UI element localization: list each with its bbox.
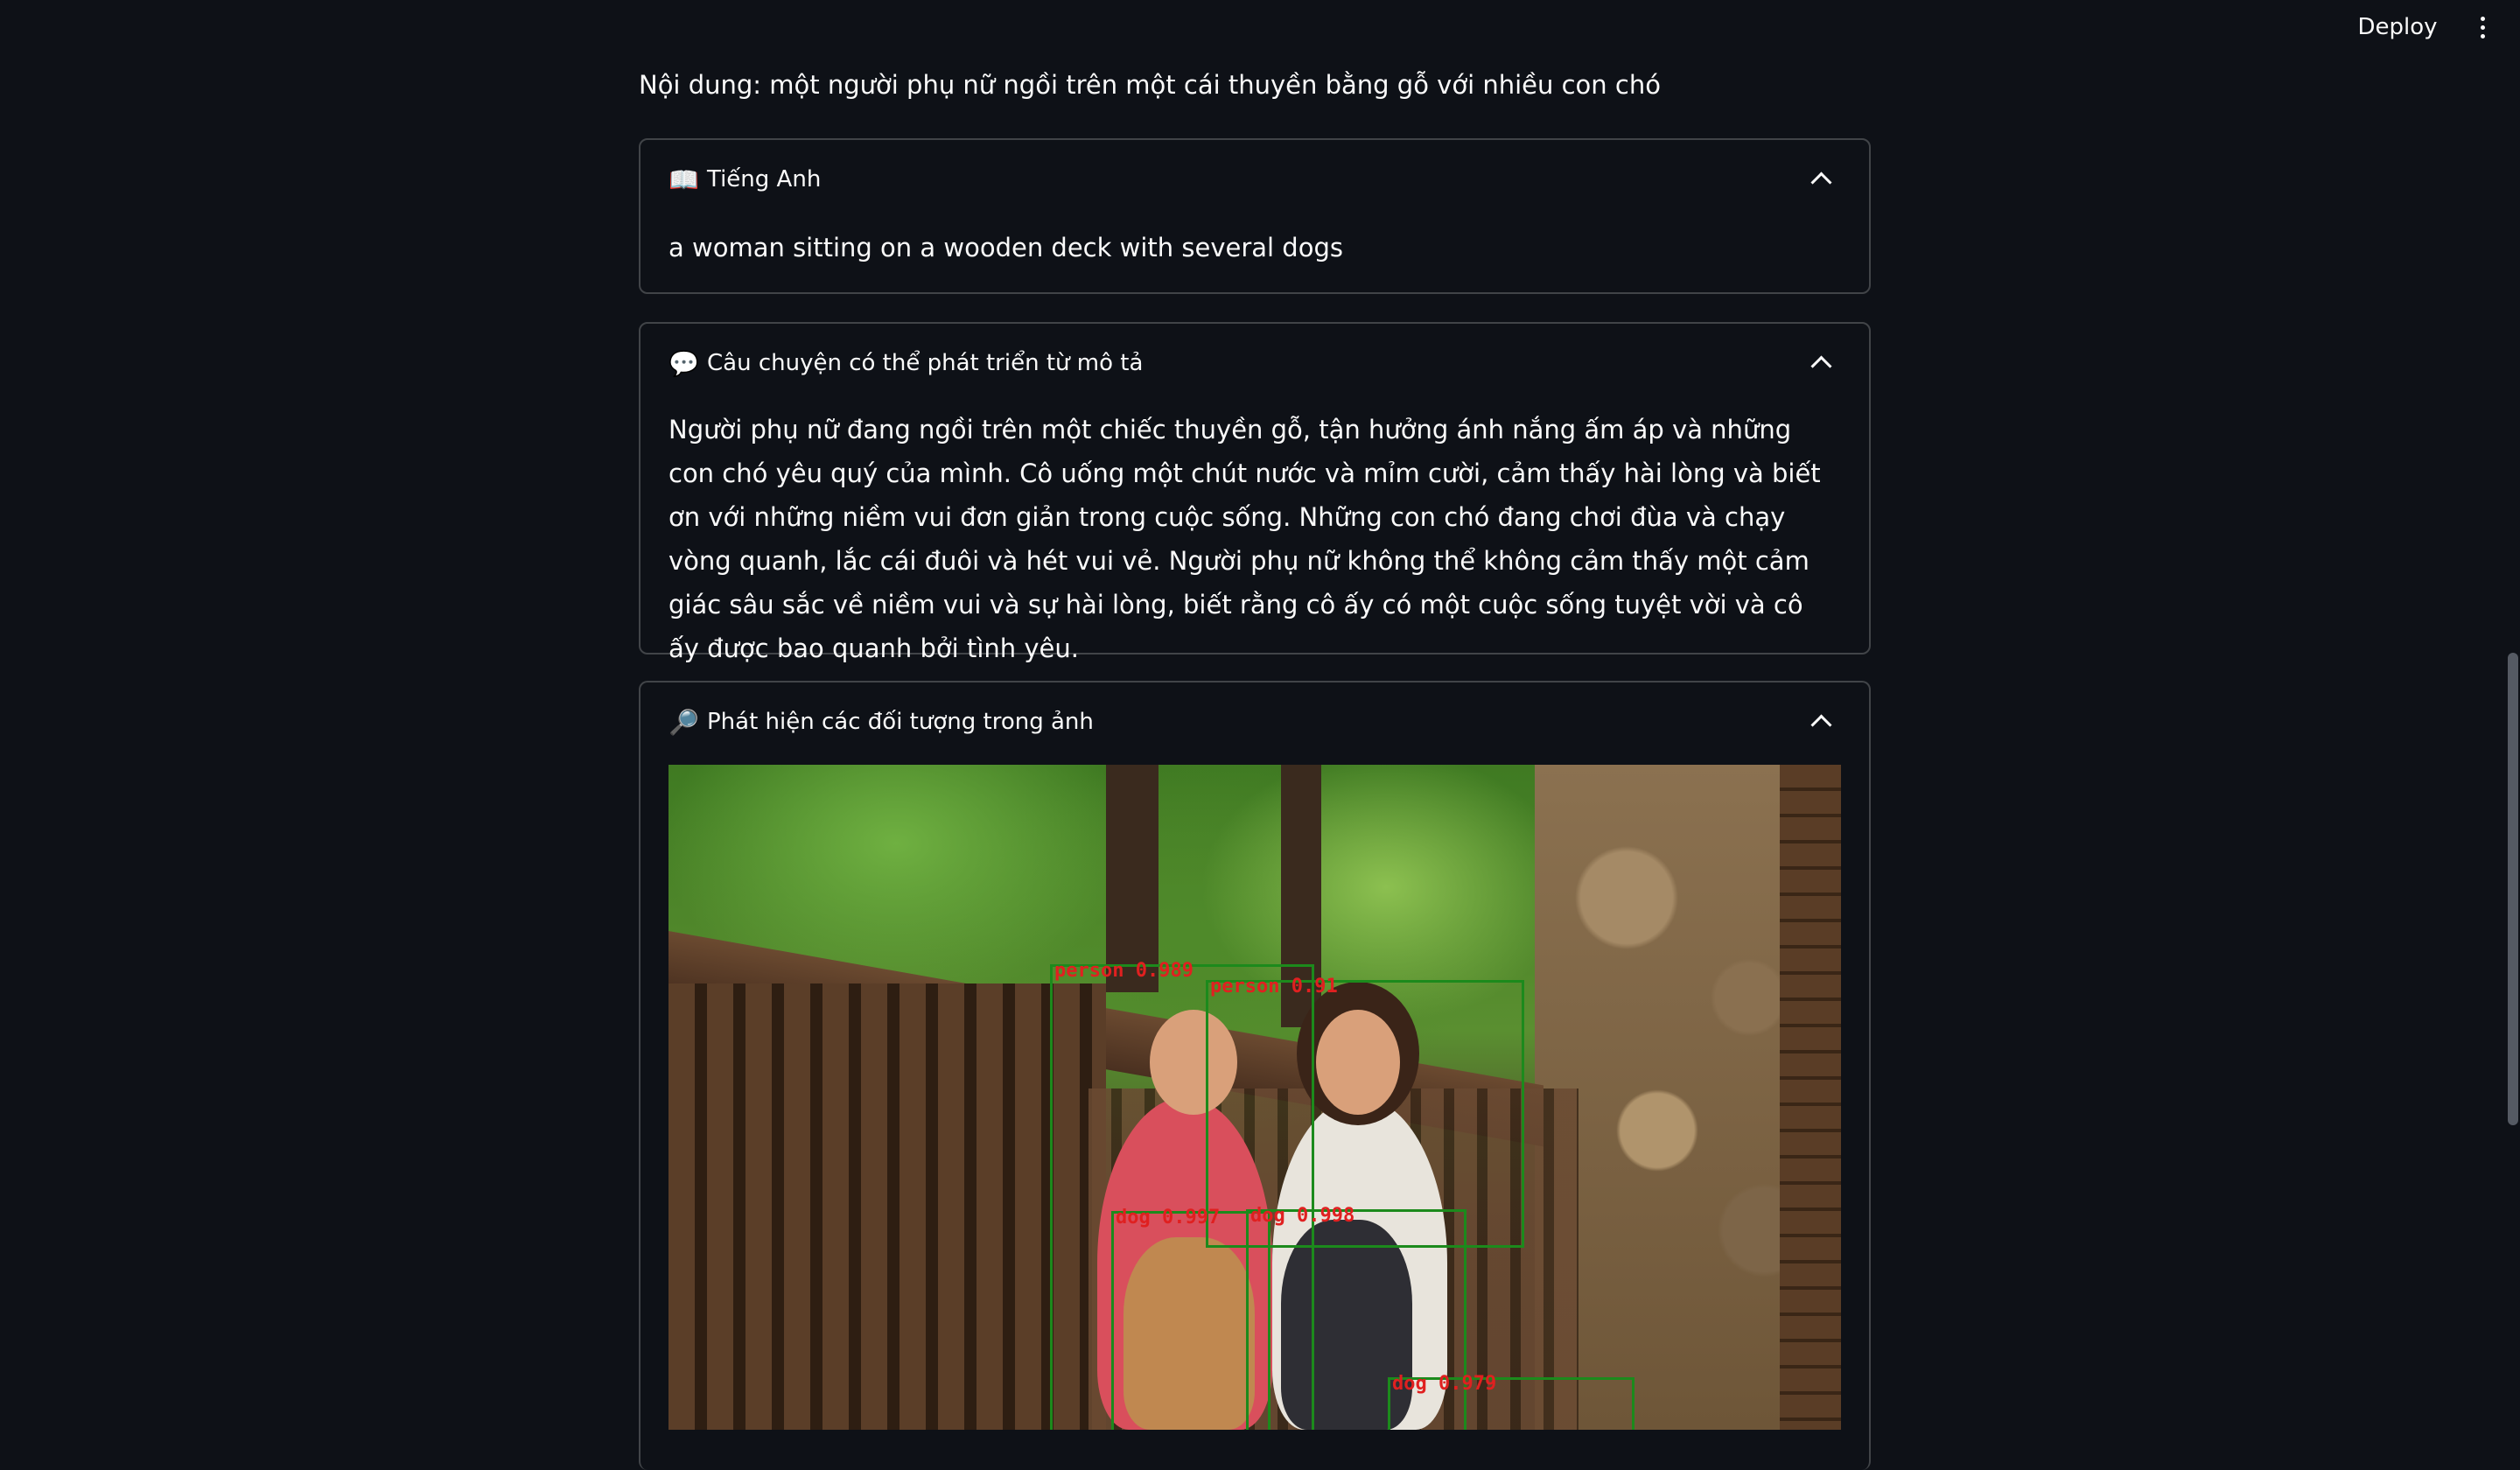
expander-english-body: a woman sitting on a wooden deck with se… <box>668 226 1841 270</box>
detection-result-image: person 0.989 person 0.91 dog 0.997 dog 0… <box>668 765 1841 1430</box>
deck-fence <box>668 984 1106 1430</box>
story-text: Người phụ nữ đang ngồi trên một chiếc th… <box>668 415 1821 663</box>
top-toolbar: Deploy <box>0 0 2520 56</box>
deploy-button[interactable]: Deploy <box>2338 9 2457 46</box>
detection-label: person 0.91 <box>1210 976 1338 998</box>
detection-label: dog 0.998 <box>1250 1205 1355 1227</box>
expander-story: 💬 Câu chuyện có thể phát triển từ mô tả … <box>639 322 1871 663</box>
expander-title: Phát hiện các đối tượng trong ảnh <box>707 709 1094 735</box>
speech-bubble-icon: 💬 <box>668 348 699 378</box>
expander-object-detection: 🔎 Phát hiện các đối tượng trong ảnh pers… <box>639 681 1871 1470</box>
chevron-up-icon[interactable] <box>1810 172 1832 193</box>
expander-english-header[interactable]: 📖 Tiếng Anh <box>668 140 1841 219</box>
expander-english: 📖 Tiếng Anh a woman sitting on a wooden … <box>639 138 1871 294</box>
expander-title: Câu chuyện có thể phát triển từ mô tả <box>707 350 1144 376</box>
chevron-up-icon[interactable] <box>1810 714 1832 736</box>
detection-label: dog 0.997 <box>1116 1207 1221 1228</box>
content-caption: Nội dung: một người phụ nữ ngồi trên một… <box>639 70 1661 100</box>
expander-detection-header[interactable]: 🔎 Phát hiện các đối tượng trong ảnh <box>668 682 1841 761</box>
chevron-up-icon[interactable] <box>1810 355 1832 377</box>
log-wall <box>1780 765 1841 1430</box>
page-scrollbar[interactable] <box>2508 653 2518 1125</box>
detection-label: dog 0.979 <box>1392 1373 1497 1395</box>
more-vertical-icon[interactable] <box>2468 10 2497 44</box>
detection-box: dog 0.979 <box>1388 1373 1634 1430</box>
expander-title: Tiếng Anh <box>707 166 822 192</box>
expander-story-header[interactable]: 💬 Câu chuyện có thể phát triển từ mô tả <box>668 324 1841 402</box>
open-book-icon: 📖 <box>668 164 699 194</box>
magnifying-glass-icon: 🔎 <box>668 707 699 737</box>
detection-label: person 0.989 <box>1054 960 1194 982</box>
english-caption: a woman sitting on a wooden deck with se… <box>668 233 1343 262</box>
tree-trunk <box>1106 765 1158 992</box>
expander-story-body: Người phụ nữ đang ngồi trên một chiếc th… <box>668 408 1841 670</box>
